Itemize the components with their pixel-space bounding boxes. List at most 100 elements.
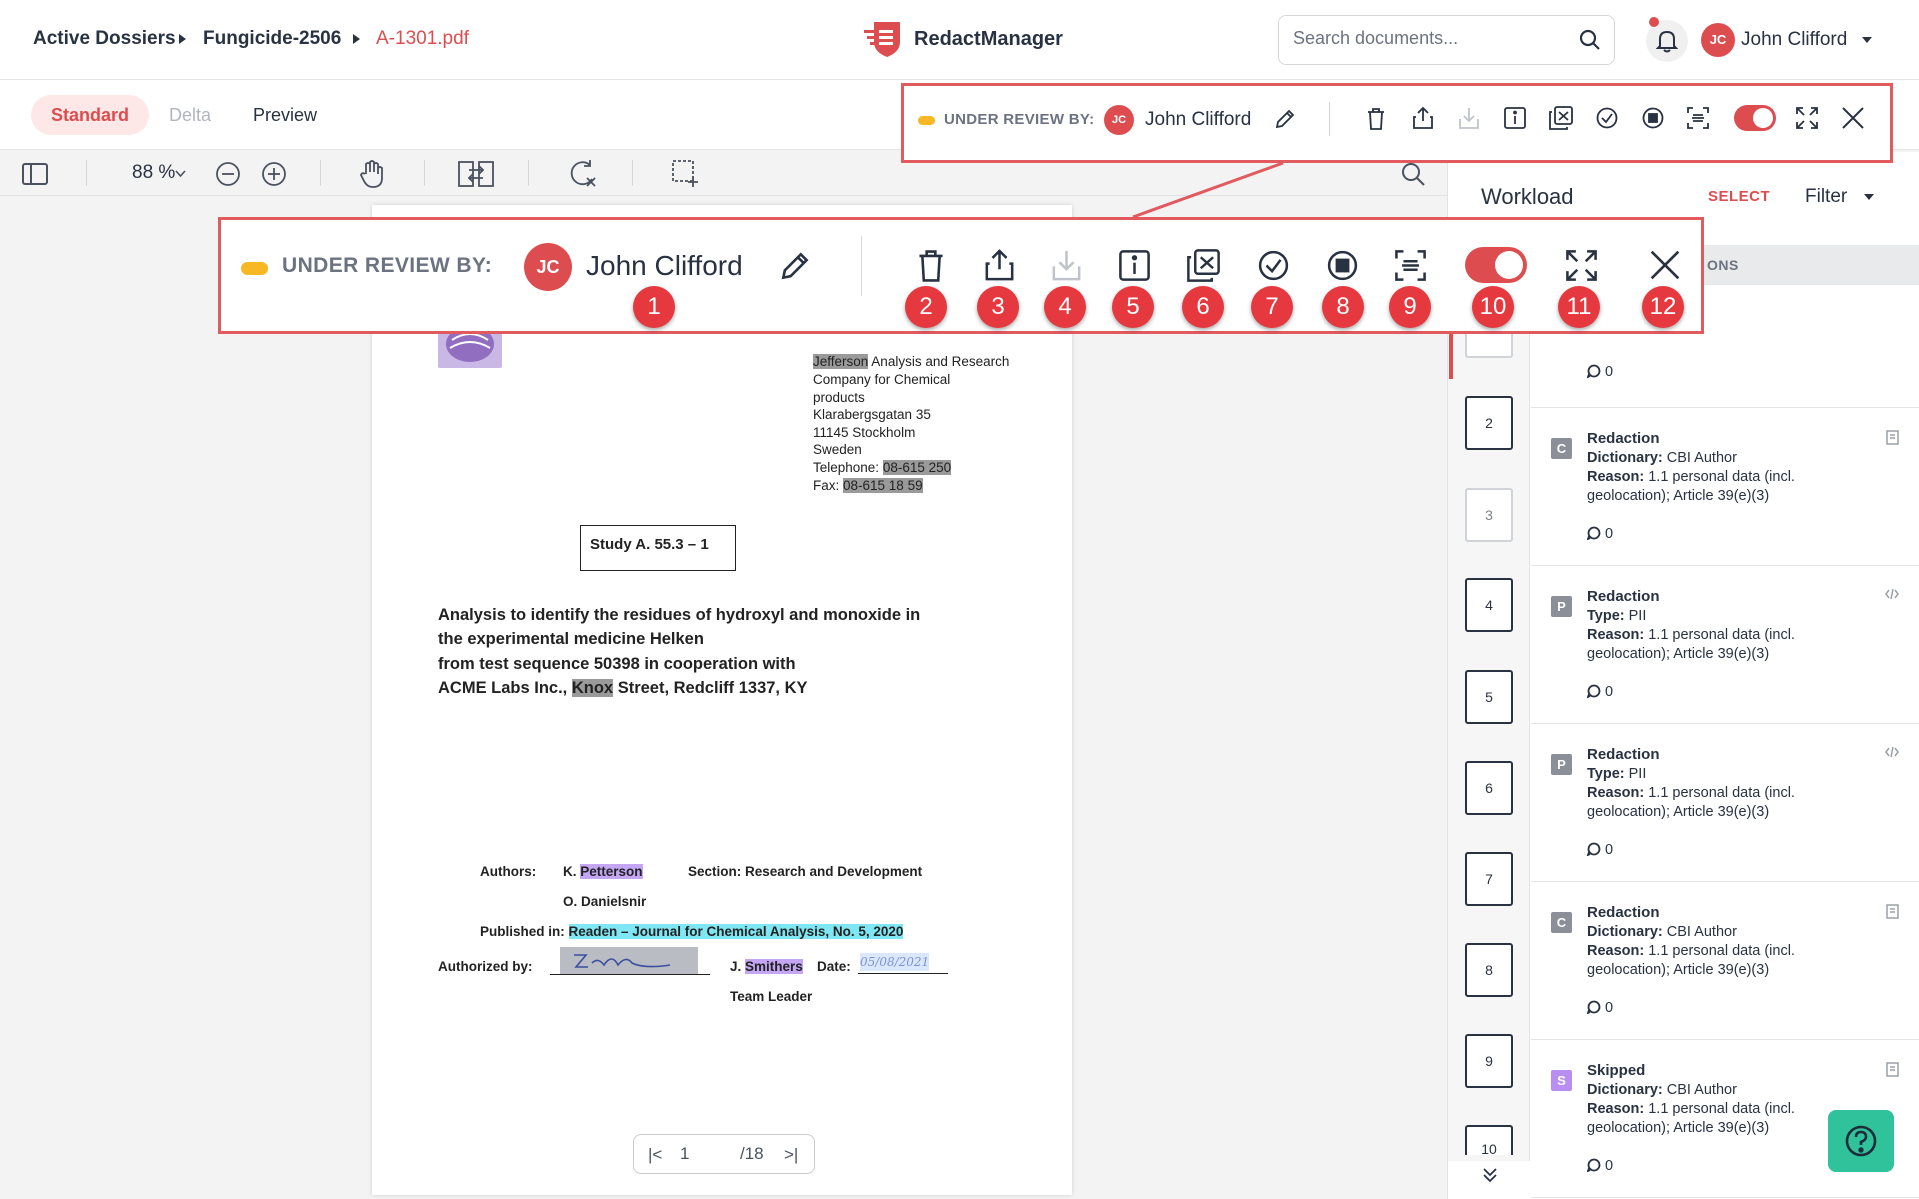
redacted-date[interactable]: 05/08/2021 xyxy=(860,953,930,971)
page-thumbnail[interactable]: 5 xyxy=(1465,670,1513,724)
user-menu-caret-icon[interactable] xyxy=(1862,37,1872,43)
redacted-signer[interactable]: Smithers xyxy=(745,959,803,974)
download-icon[interactable] xyxy=(1051,248,1082,282)
comment-icon xyxy=(1587,364,1601,378)
filter-caret-icon[interactable] xyxy=(1864,194,1874,200)
comment-icon xyxy=(1587,526,1601,540)
breadcrumb-item[interactable]: Active Dossiers xyxy=(33,28,176,50)
code-icon[interactable] xyxy=(1885,746,1899,758)
last-page-icon[interactable]: >| xyxy=(784,1145,798,1165)
redacted-author[interactable]: Petterson xyxy=(580,864,643,879)
toggle-switch[interactable] xyxy=(1465,247,1527,283)
search-document-icon[interactable] xyxy=(1400,161,1426,187)
document-icon[interactable] xyxy=(1886,430,1899,445)
compare-pages-icon[interactable] xyxy=(458,161,494,187)
zoom-in-icon[interactable] xyxy=(261,161,287,187)
breadcrumb-separator-icon xyxy=(353,34,360,44)
close-icon[interactable] xyxy=(1649,249,1681,281)
redacted-fax[interactable]: 08-615 18 59 xyxy=(843,478,923,493)
info-icon[interactable] xyxy=(1119,250,1150,281)
document-icon[interactable] xyxy=(1886,904,1899,919)
callout-marker: 1 xyxy=(633,286,675,328)
redacted-company[interactable]: Jefferson xyxy=(813,354,869,369)
annotation-reason: Reason: 1.1 personal data (incl. xyxy=(1587,469,1795,485)
search-input[interactable] xyxy=(1293,28,1563,49)
title-line: Analysis to identify the residues of hyd… xyxy=(438,606,921,624)
callout-marker: 9 xyxy=(1389,286,1431,328)
close-icon[interactable] xyxy=(1841,106,1865,130)
info-icon[interactable] xyxy=(1504,107,1526,129)
remove-redactions-icon[interactable] xyxy=(1187,249,1220,282)
delete-icon[interactable] xyxy=(918,250,944,282)
reviewer-name: John Clifford xyxy=(586,250,743,281)
comment-count: 0 xyxy=(1587,1158,1613,1174)
code-icon[interactable] xyxy=(1885,588,1899,600)
divider xyxy=(320,160,321,186)
remove-redactions-icon[interactable] xyxy=(1549,106,1573,130)
toggle-sidebar-icon[interactable] xyxy=(22,163,48,185)
document-icon[interactable] xyxy=(1886,1062,1899,1077)
stop-review-icon[interactable] xyxy=(1327,250,1358,281)
tab-standard[interactable]: Standard xyxy=(31,95,150,135)
page-thumbnail[interactable]: 4 xyxy=(1465,578,1513,632)
current-page-input[interactable]: 1 xyxy=(680,1144,689,1164)
signature-image[interactable] xyxy=(560,947,698,975)
callout-marker: 7 xyxy=(1251,286,1293,328)
page-thumbnail[interactable]: 2 xyxy=(1465,396,1513,450)
zoom-out-icon[interactable] xyxy=(215,161,241,187)
export-icon[interactable] xyxy=(984,248,1015,282)
filter-button[interactable]: Filter xyxy=(1805,186,1847,208)
page-thumbnail[interactable]: 8 xyxy=(1465,943,1513,997)
rotate-reset-icon[interactable] xyxy=(568,159,598,189)
breadcrumb-item[interactable]: Fungicide-2506 xyxy=(203,28,341,50)
page-thumbnail[interactable]: 10 xyxy=(1465,1125,1513,1157)
scroll-down-icon[interactable] xyxy=(1480,1166,1500,1184)
download-icon[interactable] xyxy=(1458,106,1480,130)
user-avatar[interactable]: JC xyxy=(1701,23,1735,57)
first-page-icon[interactable]: |< xyxy=(648,1145,662,1165)
annotation-card[interactable]: P Redaction Type: PII Reason: 1.1 personal … xyxy=(1531,724,1919,882)
zoom-dropdown-chevron-icon[interactable] xyxy=(175,170,186,177)
approve-icon[interactable] xyxy=(1258,250,1289,281)
toggle-switch[interactable] xyxy=(1734,105,1776,131)
team-leader: Team Leader xyxy=(730,989,813,1004)
redacted-journal[interactable]: Readen – Journal for Chemical Analysis, … xyxy=(568,924,904,939)
ocr-scan-icon[interactable] xyxy=(1687,107,1709,129)
callout-marker: 5 xyxy=(1112,286,1154,328)
total-pages: /18 xyxy=(740,1144,764,1163)
page-thumbnail[interactable]: 6 xyxy=(1465,761,1513,815)
annotation-title: Redaction xyxy=(1587,588,1660,605)
page-thumbnail[interactable]: 3 xyxy=(1465,488,1513,542)
tab-preview[interactable]: Preview xyxy=(233,95,337,135)
page-navigator: |< 1 /18 >| xyxy=(633,1134,815,1174)
pan-hand-icon[interactable] xyxy=(359,159,385,189)
delete-icon[interactable] xyxy=(1367,108,1385,130)
area-select-icon[interactable] xyxy=(672,160,700,188)
tab-delta[interactable]: Delta xyxy=(149,95,231,135)
redacted-street[interactable]: Knox xyxy=(571,679,614,697)
ocr-scan-icon[interactable] xyxy=(1395,250,1426,281)
search-icon[interactable] xyxy=(1578,28,1602,52)
stop-review-icon[interactable] xyxy=(1642,107,1664,129)
author-2: O. Danielsnir xyxy=(563,894,647,909)
help-button[interactable] xyxy=(1828,1110,1894,1172)
annotation-card[interactable]: P Redaction Type: PII Reason: 1.1 personal … xyxy=(1531,566,1919,724)
select-button[interactable]: SELECT xyxy=(1708,188,1770,205)
export-icon[interactable] xyxy=(1412,106,1434,130)
redacted-telephone[interactable]: 08-615 250 xyxy=(882,460,952,475)
fullscreen-icon[interactable] xyxy=(1796,107,1818,129)
notifications-button[interactable] xyxy=(1646,17,1688,62)
approve-icon[interactable] xyxy=(1596,107,1618,129)
page-thumbnail[interactable]: 9 xyxy=(1465,1034,1513,1088)
annotation-detail: Type: PII xyxy=(1587,608,1647,624)
user-name[interactable]: John Clifford xyxy=(1741,29,1847,51)
zoom-level[interactable]: 88 % xyxy=(132,162,175,184)
edit-reviewer-icon[interactable] xyxy=(1274,108,1296,130)
fullscreen-icon[interactable] xyxy=(1566,250,1597,281)
annotation-card[interactable]: C Redaction Dictionary: CBI Author Reason: … xyxy=(1531,408,1919,566)
annotation-card[interactable]: C Redaction Dictionary: CBI Author Reason: … xyxy=(1531,882,1919,1040)
page-thumbnail[interactable]: 7 xyxy=(1465,852,1513,906)
help-icon xyxy=(1845,1125,1877,1157)
annotation-reason: geolocation); Article 39(e)(3) xyxy=(1587,488,1770,504)
edit-reviewer-icon[interactable] xyxy=(779,250,811,282)
